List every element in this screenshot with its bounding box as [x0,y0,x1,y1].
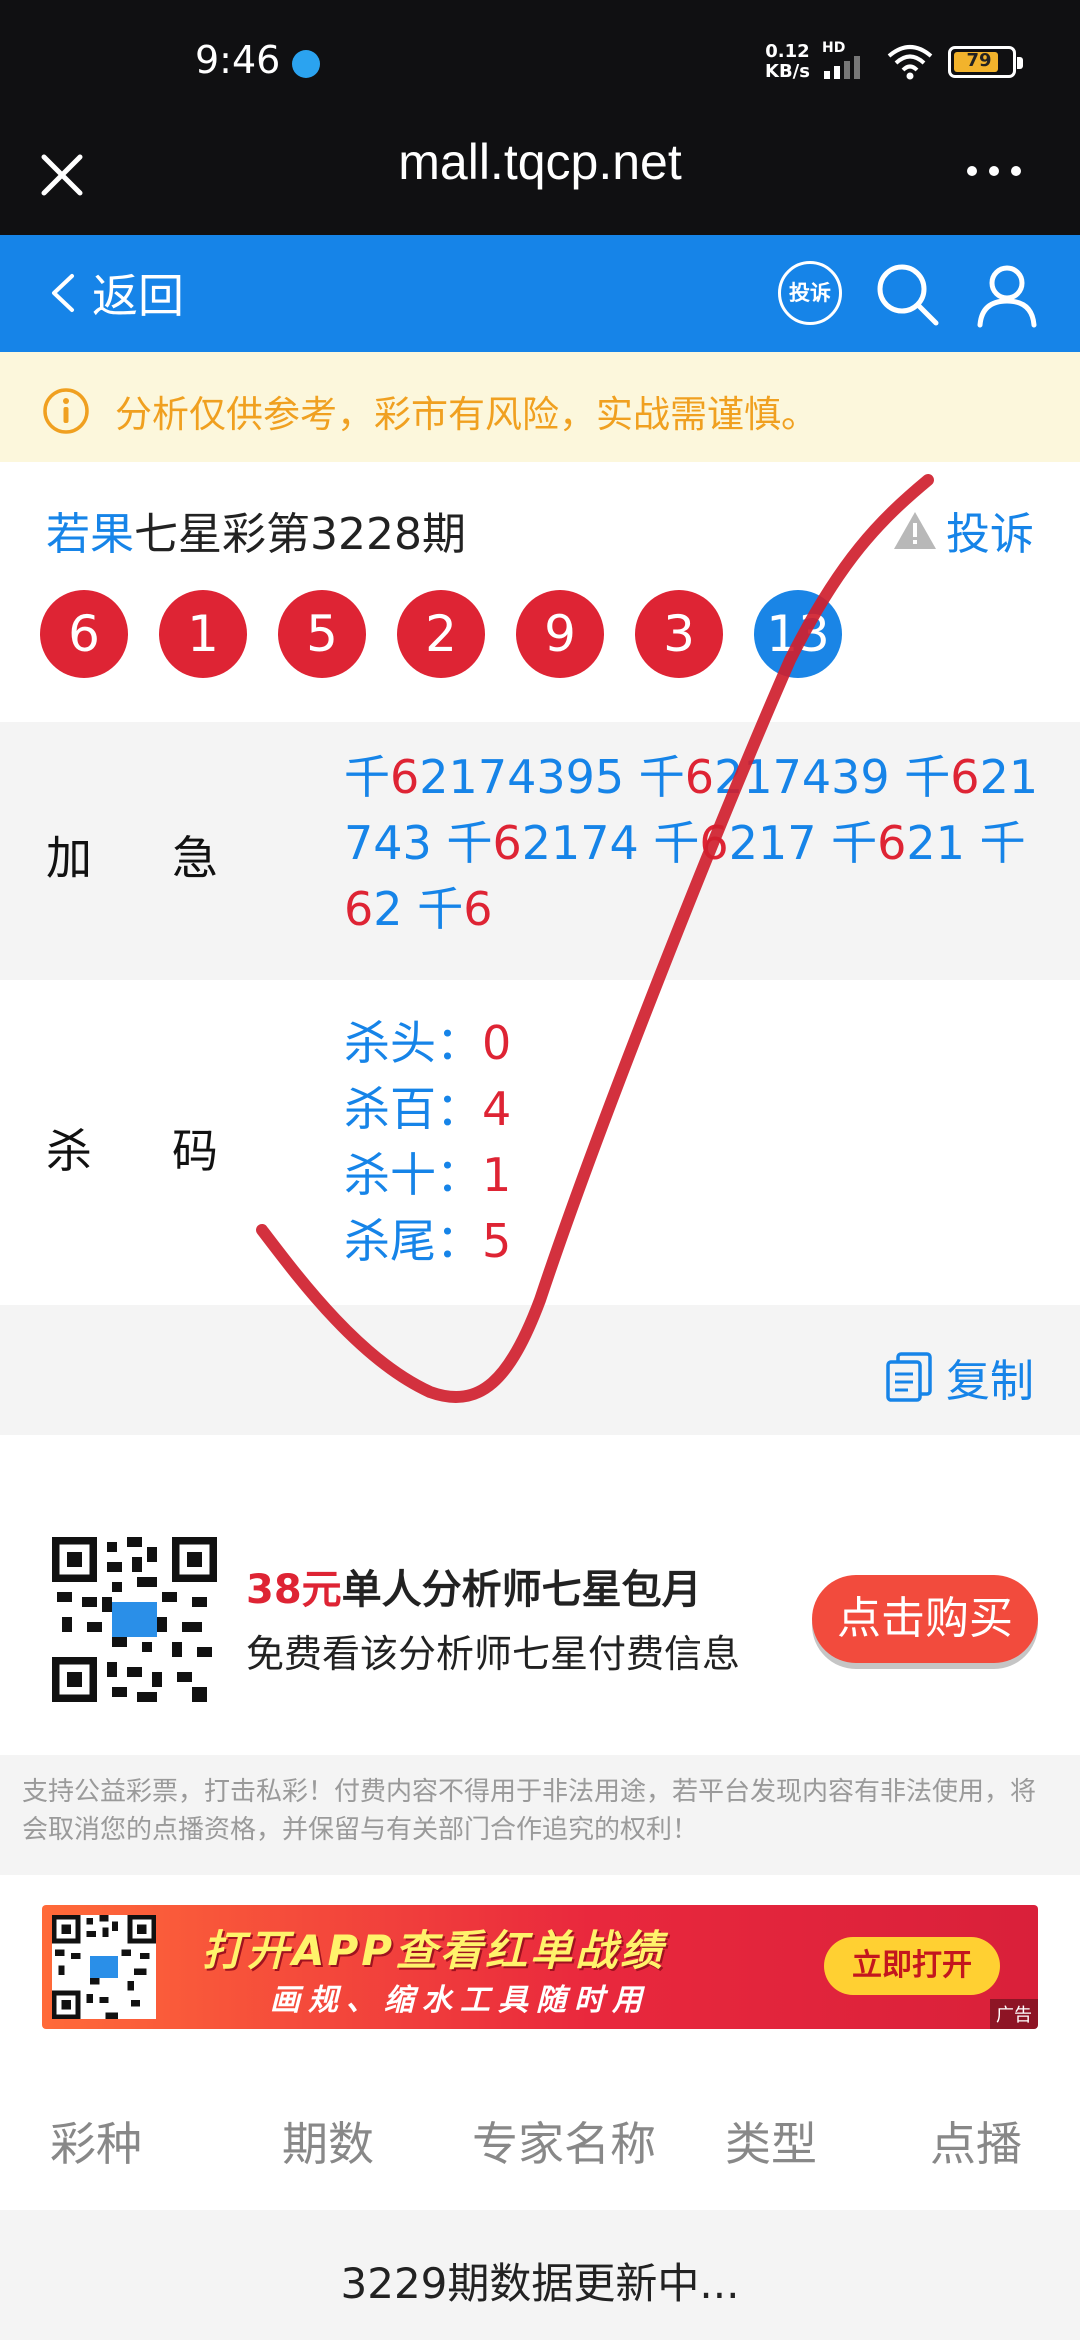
special-number-ball: 13 [754,590,842,678]
column-header: 点播 [930,2117,1022,2171]
network-type: HD [822,40,846,56]
qr-code-icon [52,1537,217,1702]
promo-price: 38元 [246,1567,342,1613]
net-speed-value: 0.12 [765,41,810,62]
kill-numbers: 杀头：0 杀百：4 杀十：1 杀尾：5 [344,1010,1044,1274]
disclaimer-text: 支持公益彩票，打击私彩！付费内容不得用于非法用途，若平台发现内容有非法使用，将会… [0,1755,1080,1875]
search-icon[interactable] [872,259,942,329]
column-header: 类型 [725,2117,817,2171]
battery-icon: 79 [948,46,1023,78]
kill-item: 杀尾：5 [344,1214,512,1268]
report-button[interactable]: 投诉 [892,498,1034,562]
status-time: 9:46 [195,38,281,82]
wifi-icon [887,45,933,80]
number-ball: 9 [516,590,604,678]
update-status: 3229期数据更新中... [340,2259,740,2308]
table-row: 3229期数据更新中... [0,2210,1080,2340]
report-label: 投诉 [946,509,1034,560]
more-icon[interactable] [964,161,1024,181]
warning-icon [894,512,936,549]
net-speed: 0.12 KB/s [765,42,810,82]
copy-button[interactable]: 复制 [884,1345,1034,1409]
chevron-left-icon [52,274,74,312]
number-ball: 2 [397,590,485,678]
number-ball: 6 [40,590,128,678]
risk-notice: 分析仅供参考，彩市有风险，实战需谨慎。 [0,352,1080,462]
column-header: 期数 [282,2117,374,2171]
urgent-item: 千62174 [446,816,639,870]
signal-icon [824,56,860,79]
subscription-promo: 38元单人分析师七星包月 免费看该分析师七星付费信息 点击购买 [0,1435,1080,1755]
promo-title: 38元单人分析师七星包月 [246,1557,702,1615]
row-label: 杀码 [46,1124,298,1178]
promo-title-text: 单人分析师七星包月 [341,1567,702,1613]
qr-code-icon [52,1915,156,2019]
url-display[interactable]: mall.tqcp.net [0,133,1080,191]
row-label: 加急 [46,831,298,885]
back-label: 返回 [92,269,184,323]
app-download-banner[interactable]: 打开APP查看红单战绩 画规、缩水工具随时用 立即打开 广告 [42,1905,1038,2029]
issue-title-text: 七星彩第3228期 [134,509,466,560]
app-header: 返回 投诉 [0,235,1080,352]
battery-level: 79 [966,50,992,71]
column-header: 专家名称 [472,2117,656,2171]
urgent-numbers: 千62174395 千6217439 千621743 千62174 千6217 … [344,744,1044,942]
net-speed-unit: KB/s [765,61,810,82]
urgent-item: 千621 [831,816,965,870]
buy-button[interactable]: 点击购买 [812,1575,1038,1663]
info-icon [43,388,89,434]
back-button[interactable]: 返回 [46,265,184,323]
number-ball: 5 [278,590,366,678]
ad-tag: 广告 [990,1999,1038,2029]
open-app-button[interactable]: 立即打开 [824,1937,1000,1995]
promo-subtitle: 免费看该分析师七星付费信息 [246,1632,741,1676]
urgent-item: 千62174395 [344,750,625,804]
number-ball: 1 [159,590,247,678]
urgent-item: 千6 [417,882,493,936]
complain-button[interactable]: 投诉 [778,261,842,325]
kill-item: 杀百：4 [344,1082,512,1136]
column-header: 彩种 [50,2117,142,2171]
banner-headline: 打开APP查看红单战绩 [202,1926,666,1975]
draw-numbers: 6 1 5 2 9 3 13 [40,590,873,678]
number-ball: 3 [635,590,723,678]
analysis-row-urgent: 加急 千62174395 千6217439 千621743 千62174 千62… [0,722,1080,980]
browser-toolbar: mall.tqcp.net [0,125,1080,235]
urgent-item: 千6217439 [638,750,890,804]
issue-section: 若果七星彩第3228期 投诉 6 1 5 2 9 3 13 [0,462,1080,722]
copy-bar: 复制 [0,1305,1080,1435]
kill-item: 杀头：0 [344,1016,512,1070]
table-header: 彩种 期数 专家名称 类型 点播 [0,2070,1080,2210]
copy-icon [886,1352,932,1402]
copy-label: 复制 [946,1356,1034,1407]
status-bar: 9:46 0.12 KB/s HD 79 [0,0,1080,125]
urgent-item: 千6217 [653,816,817,870]
kill-item: 杀十：1 [344,1148,512,1202]
expert-name[interactable]: 若果 [46,509,134,560]
notice-text: 分析仅供参考，彩市有风险，实战需谨慎。 [115,393,818,436]
issue-title: 若果七星彩第3228期 [46,498,466,562]
analysis-row-kill: 杀码 杀头：0 杀百：4 杀十：1 杀尾：5 [0,980,1080,1305]
banner-subline: 画规、缩水工具随时用 [270,1983,650,2018]
notification-dot-icon [292,50,320,78]
user-icon[interactable] [972,259,1042,329]
